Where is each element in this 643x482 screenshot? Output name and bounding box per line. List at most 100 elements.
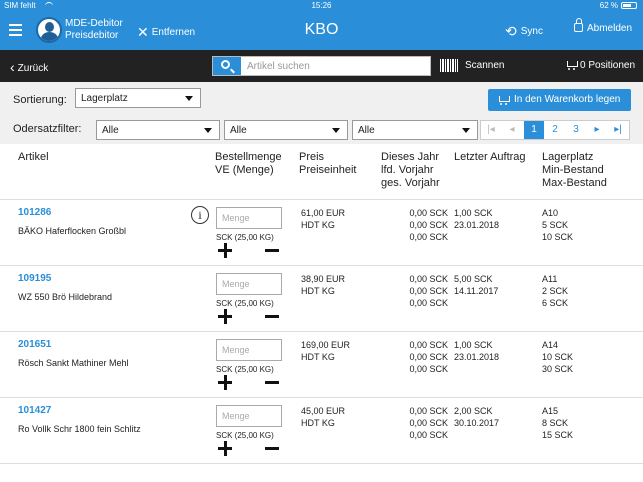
last-order-cell: 1,00 SCK 23.01.2018 xyxy=(454,207,499,231)
unit-note: SCK (25,00 KG) xyxy=(216,431,274,440)
info-icon[interactable]: i xyxy=(191,206,209,224)
quantity-input[interactable]: Menge xyxy=(216,405,282,427)
filter-select-3[interactable]: Alle xyxy=(352,120,478,140)
article-number[interactable]: 101427 xyxy=(18,405,51,416)
search-box xyxy=(212,56,431,76)
barcode-icon[interactable] xyxy=(440,59,458,72)
col-preis-2: Preiseinheit xyxy=(299,164,357,176)
min-stock: 5 SCK xyxy=(542,220,569,230)
price-unit: HDT KG xyxy=(301,352,335,362)
col-letzter-auftrag: Letzter Auftrag xyxy=(454,151,526,163)
this-year: 0,00 SCK xyxy=(409,340,448,350)
year-cell: 0,00 SCK 0,00 SCK 0,00 SCK xyxy=(385,405,448,441)
last-order-date: 23.01.2018 xyxy=(454,220,500,230)
this-year: 0,00 SCK xyxy=(409,274,448,284)
page-2[interactable]: 2 xyxy=(545,121,565,139)
hamburger-menu-icon[interactable] xyxy=(9,24,22,36)
cart-positions[interactable]: 0 Positionen xyxy=(580,60,635,71)
article-name: BÄKO Haferflocken Großbl xyxy=(18,226,127,236)
max-stock: 30 SCK xyxy=(542,364,574,374)
filter-3-value: Alle xyxy=(358,125,375,136)
year-cell: 0,00 SCK 0,00 SCK 0,00 SCK xyxy=(385,339,448,375)
storage-location: A15 xyxy=(542,406,559,416)
filter-select-1[interactable]: Alle xyxy=(96,120,220,140)
article-name: Rösch Sankt Mathiner Mehl xyxy=(18,358,129,368)
debitor-type: Preisdebitor xyxy=(65,30,119,41)
battery-text: 62 % xyxy=(599,1,618,10)
clock: 15:26 xyxy=(311,1,332,10)
quantity-input[interactable]: Menge xyxy=(216,339,282,361)
last-order-qty: 5,00 SCK xyxy=(454,274,493,284)
sync-button[interactable]: ⟲ Sync xyxy=(505,23,543,40)
prev-page-icon[interactable]: ◂ xyxy=(502,121,522,139)
last-order-qty: 2,00 SCK xyxy=(454,406,493,416)
min-stock: 8 SCK xyxy=(542,418,569,428)
col-bestellmenge-2: VE (Menge) xyxy=(215,164,274,176)
sort-label: Sortierung: xyxy=(13,94,67,106)
table-row: 101286 BÄKO Haferflocken Großbl i Menge … xyxy=(0,200,643,266)
debitor-info[interactable]: MDE-Debitor Preisdebitor xyxy=(65,18,123,42)
this-year: 0,00 SCK xyxy=(409,406,448,416)
chevron-down-icon xyxy=(204,128,212,133)
page-3[interactable]: 3 xyxy=(566,121,586,139)
scan-button[interactable]: Scannen xyxy=(465,60,504,71)
price: 61,00 EUR xyxy=(301,208,346,218)
remove-debitor-button[interactable]: ✕ Entfernen xyxy=(137,24,195,41)
cart-icon[interactable] xyxy=(565,60,578,70)
price-unit: HDT KG xyxy=(301,418,335,428)
minus-icon[interactable] xyxy=(265,308,281,324)
stock-cell: A15 8 SCK 15 SCK xyxy=(542,405,573,441)
price-unit: HDT KG xyxy=(301,220,335,230)
debitor-name: MDE-Debitor xyxy=(65,18,123,29)
page-1[interactable]: 1 xyxy=(524,121,544,139)
plus-icon[interactable] xyxy=(218,308,234,324)
storage-location: A10 xyxy=(542,208,559,218)
table-row-partial xyxy=(0,464,643,482)
minus-icon[interactable] xyxy=(265,440,281,456)
logout-button[interactable]: Abmelden xyxy=(574,18,632,34)
col-preis: Preis Preiseinheit xyxy=(299,151,356,177)
article-number[interactable]: 201651 xyxy=(18,339,51,350)
col-preis-1: Preis xyxy=(299,151,325,163)
stock-cell: A10 5 SCK 10 SCK xyxy=(542,207,573,243)
prev-year-total: 0,00 SCK xyxy=(409,232,448,242)
stock-cell: A11 2 SCK 6 SCK xyxy=(542,273,568,309)
last-page-icon[interactable]: ▸| xyxy=(608,121,628,139)
plus-icon[interactable] xyxy=(218,374,234,390)
sort-select[interactable]: Lagerplatz xyxy=(75,88,201,108)
minus-icon[interactable] xyxy=(265,374,281,390)
debitor-avatar[interactable] xyxy=(36,17,62,43)
last-order-cell: 2,00 SCK 30.10.2017 xyxy=(454,405,499,429)
search-button[interactable] xyxy=(213,57,241,75)
prev-year-current: 0,00 SCK xyxy=(409,418,448,428)
quantity-input[interactable]: Menge xyxy=(216,273,282,295)
col-jahr-2: lfd. Vorjahr xyxy=(381,164,434,176)
price: 38,90 EUR xyxy=(301,274,346,284)
add-to-cart-button[interactable]: In den Warenkorb legen xyxy=(488,89,631,111)
pagination: |◂ ◂ 1 2 3 ▸ ▸| xyxy=(480,120,630,140)
last-order-cell: 5,00 SCK 14.11.2017 xyxy=(454,273,498,297)
plus-icon[interactable] xyxy=(218,440,234,456)
unit-note: SCK (25,00 KG) xyxy=(216,299,274,308)
plus-icon[interactable] xyxy=(218,242,234,258)
article-number[interactable]: 109195 xyxy=(18,273,51,284)
price-cell: 38,90 EUR HDT KG xyxy=(301,273,345,297)
minus-icon[interactable] xyxy=(265,242,281,258)
add-to-cart-label: In den Warenkorb legen xyxy=(514,94,621,105)
col-jahr-3: ges. Vorjahr xyxy=(381,177,440,189)
next-page-icon[interactable]: ▸ xyxy=(587,121,607,139)
last-order-qty: 1,00 SCK xyxy=(454,208,493,218)
min-stock: 10 SCK xyxy=(542,352,574,362)
article-number[interactable]: 101286 xyxy=(18,207,51,218)
battery-indicator: 62 % xyxy=(600,1,637,10)
app-header: MDE-Debitor Preisdebitor ✕ Entfernen KBO … xyxy=(0,12,643,50)
chevron-down-icon xyxy=(185,96,193,101)
battery-icon xyxy=(621,2,637,9)
first-page-icon[interactable]: |◂ xyxy=(481,121,501,139)
back-button[interactable]: ‹ Zurück xyxy=(10,59,48,75)
last-order-cell: 1,00 SCK 23.01.2018 xyxy=(454,339,499,363)
filter-select-2[interactable]: Alle xyxy=(224,120,348,140)
chevron-down-icon xyxy=(332,128,340,133)
quantity-input[interactable]: Menge xyxy=(216,207,282,229)
search-input[interactable] xyxy=(247,59,427,73)
